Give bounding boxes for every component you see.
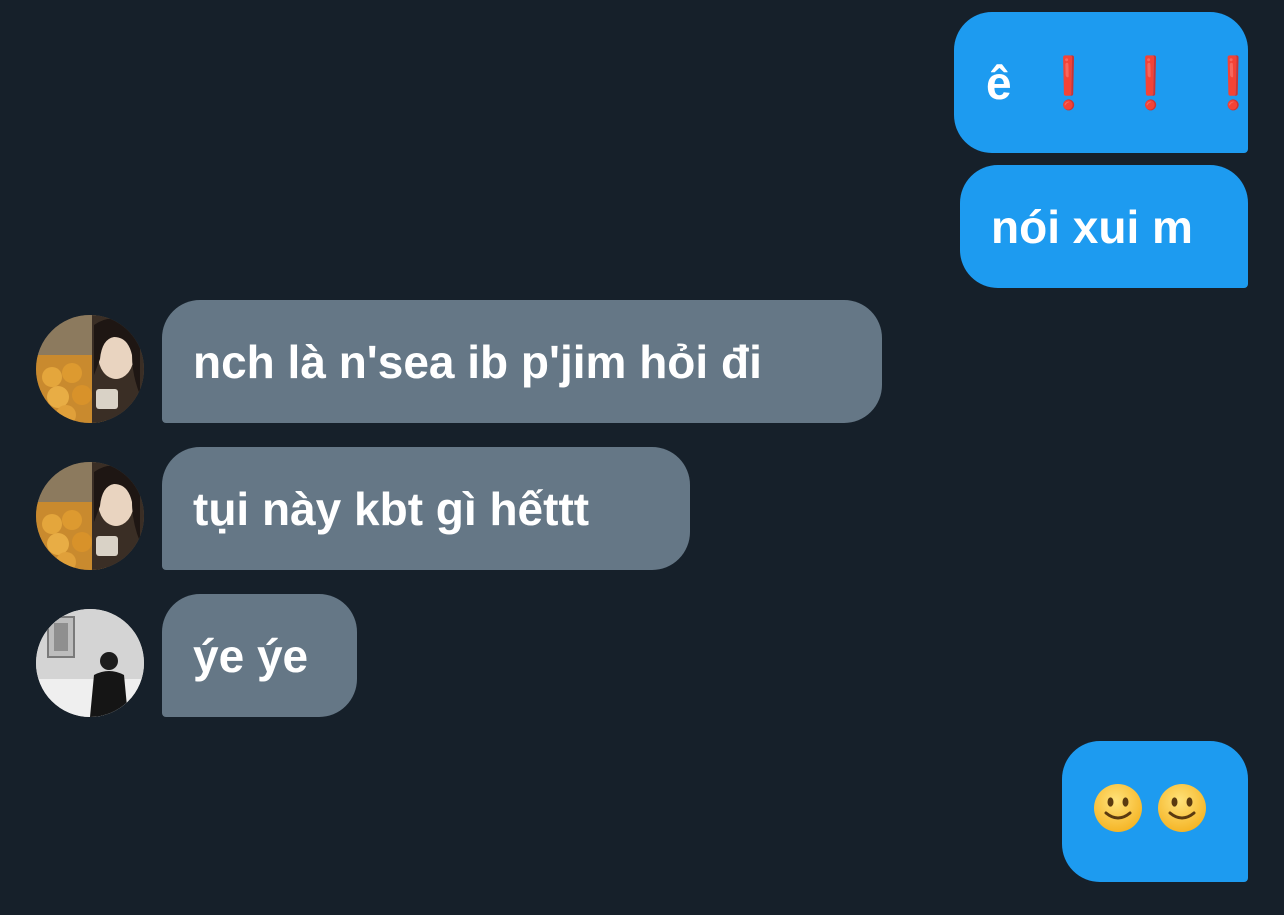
message-text: nch là n'sea ib p'jim hỏi đi — [193, 335, 762, 388]
incoming-message-bubble[interactable]: tụi này kbt gì hếttt — [162, 447, 690, 570]
incoming-message-bubble[interactable]: nch là n'sea ib p'jim hỏi đi — [162, 300, 882, 423]
message-text: ýe ýe — [193, 629, 309, 682]
message-text: tụi này kbt gì hếttt — [193, 482, 590, 535]
user-b-avatar[interactable] — [36, 609, 144, 717]
slightly-smiling-face-icon — [1093, 783, 1143, 840]
user-a-avatar[interactable] — [36, 462, 144, 570]
slightly-smiling-face-icon — [1157, 783, 1207, 840]
message-text: nói xui m — [991, 200, 1193, 253]
exclamation-icon: ❗ — [1037, 54, 1100, 111]
avatar-photo — [36, 609, 144, 717]
incoming-message-bubble[interactable]: ýe ýe — [162, 594, 357, 717]
avatar-photo — [36, 315, 144, 423]
outgoing-message-bubble[interactable]: ê ❗ ❗ ❗ — [954, 12, 1264, 153]
message-text: ê — [986, 56, 1012, 109]
user-a-avatar[interactable] — [36, 315, 144, 423]
outgoing-message-bubble[interactable]: nói xui m — [960, 165, 1248, 288]
chat-thread: ê ❗ ❗ ❗ nói xui m nch là n'sea ib p'jim … — [0, 0, 1284, 915]
avatar-photo — [36, 462, 144, 570]
exclamation-icon: ❗ — [1119, 54, 1183, 111]
outgoing-message-bubble[interactable] — [1062, 741, 1248, 882]
exclamation-icon: ❗ — [1202, 54, 1265, 111]
